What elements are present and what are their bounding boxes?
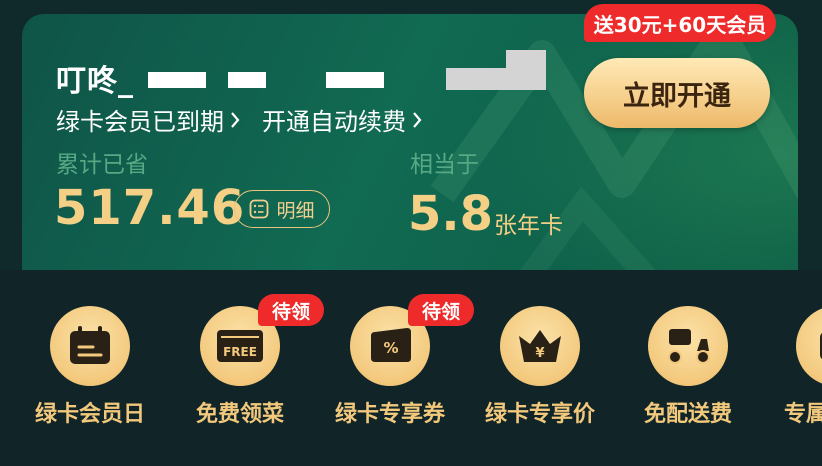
username: 叮咚_ (56, 64, 134, 99)
benefit-label: 绿卡会员日 (34, 402, 145, 427)
benefit-icon-circle (648, 306, 728, 386)
promo-badge: 送30元+60天会员 (584, 4, 776, 42)
masked-username (506, 50, 546, 68)
membership-screen: 叮咚_ 绿卡会员已到期 开通自动续费 累计已省 517.46 明细 相当于 5.… (0, 0, 822, 466)
exclusive-icon (820, 333, 822, 359)
auto-renew-link[interactable]: 开通自动续费 (262, 102, 422, 137)
benefit-label: 专属 (784, 402, 822, 427)
masked-username (228, 72, 266, 88)
masked-username (326, 72, 384, 88)
coupon-icon: % (371, 328, 411, 362)
masked-username (148, 72, 206, 88)
pending-tag: 待领 (258, 294, 324, 326)
benefits-panel: 绿卡会员日 FREE 待领 免费领菜 % 待领 绿卡专享券 ¥ 绿卡专享价 免配… (0, 270, 822, 466)
benefit-icon-circle (796, 306, 822, 386)
chevron-right-icon (413, 111, 422, 128)
calendar-icon (70, 326, 110, 364)
svg-text:FREE: FREE (223, 345, 257, 359)
status-row: 绿卡会员已到期 开通自动续费 (56, 102, 422, 137)
saved-label: 累计已省 (56, 152, 148, 178)
detail-label: 明细 (276, 199, 315, 222)
benefit-icon-circle: ¥ (500, 306, 580, 386)
benefit-icon-circle (50, 306, 130, 386)
list-detail-icon (250, 199, 269, 219)
free-ticket-icon: FREE (217, 330, 263, 362)
benefit-label: 绿卡专享价 (484, 402, 595, 427)
benefit-label: 免配送费 (643, 402, 732, 427)
svg-text:¥: ¥ (535, 346, 544, 361)
auto-renew-label: 开通自动续费 (262, 108, 406, 136)
masked-username (446, 68, 546, 90)
crown-price-icon: ¥ (519, 330, 561, 362)
svg-text:%: % (383, 339, 398, 357)
saved-amount: 517.46 (54, 180, 246, 236)
membership-status-link[interactable]: 绿卡会员已到期 (56, 102, 240, 137)
equivalent-value: 5.8 (408, 186, 494, 242)
chevron-right-icon (231, 111, 240, 128)
open-membership-button[interactable]: 立即开通 (584, 58, 770, 128)
equivalent-label: 相当于 (410, 152, 479, 178)
detail-button[interactable]: 明细 (234, 190, 330, 228)
delivery-scooter-icon (667, 329, 710, 364)
equivalent-unit: 张年卡 (494, 213, 563, 239)
pending-tag: 待领 (408, 294, 474, 326)
membership-status: 绿卡会员已到期 (56, 108, 224, 136)
benefit-label: 免费领菜 (195, 402, 284, 427)
benefit-label: 绿卡专享券 (334, 402, 445, 427)
